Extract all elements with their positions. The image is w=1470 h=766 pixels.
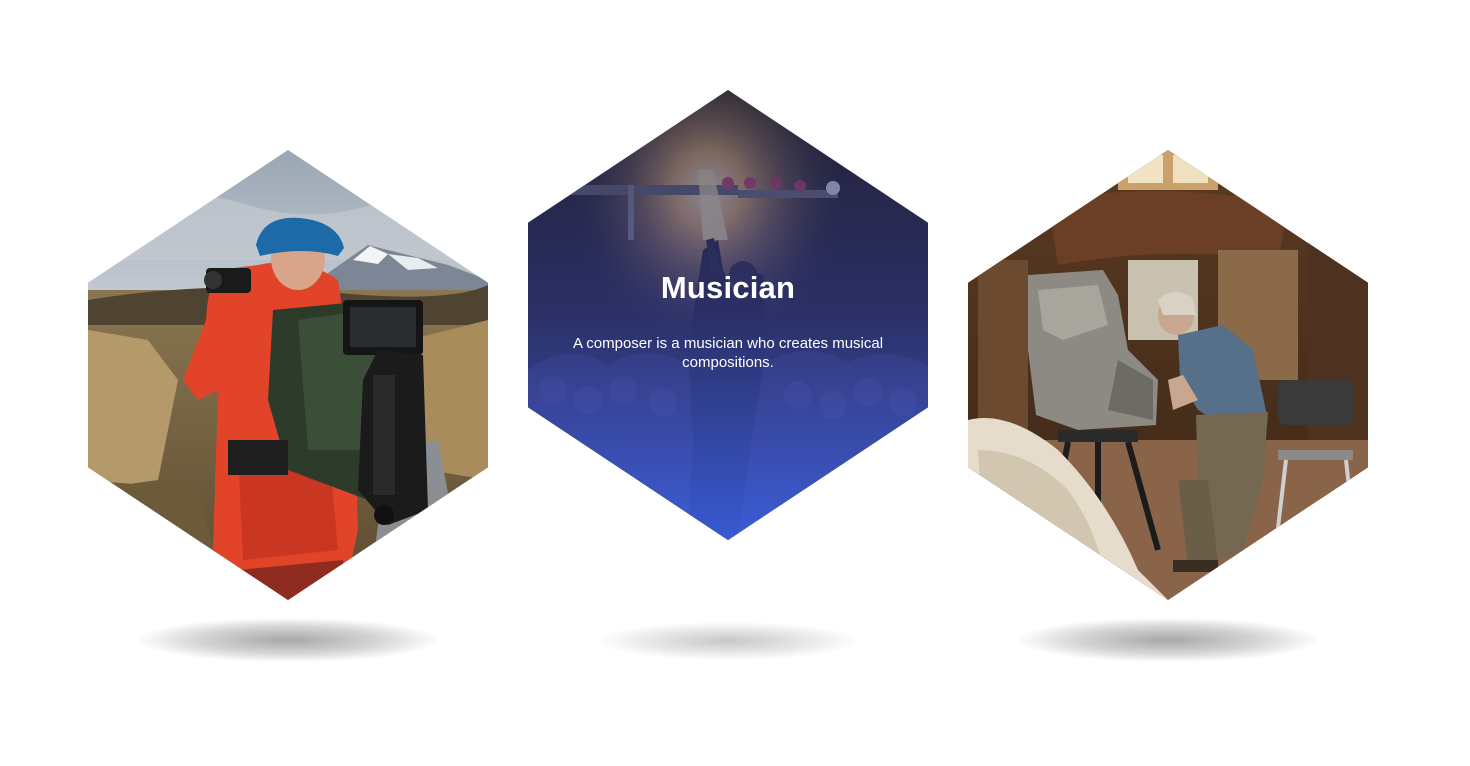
card-shadow (598, 622, 858, 660)
card-title: Musician (660, 270, 796, 305)
hex-frame (968, 150, 1368, 600)
card-shadow (138, 618, 438, 662)
card-shadow (1018, 618, 1318, 662)
card-caption: Musician A composer is a musician who cr… (528, 270, 928, 372)
hex-card-musician[interactable]: Musician A composer is a musician who cr… (528, 90, 928, 540)
hexagon-gallery: Musician A composer is a musician who cr… (0, 0, 1470, 766)
hex-card-photographer[interactable] (88, 150, 488, 600)
hex-card-sculptor[interactable] (968, 150, 1368, 600)
hex-frame (88, 150, 488, 600)
photographer-image (88, 150, 488, 600)
hex-frame: Musician A composer is a musician who cr… (528, 90, 928, 540)
card-description: A composer is a musician who creates mus… (572, 335, 884, 371)
sculptor-image (968, 150, 1368, 600)
